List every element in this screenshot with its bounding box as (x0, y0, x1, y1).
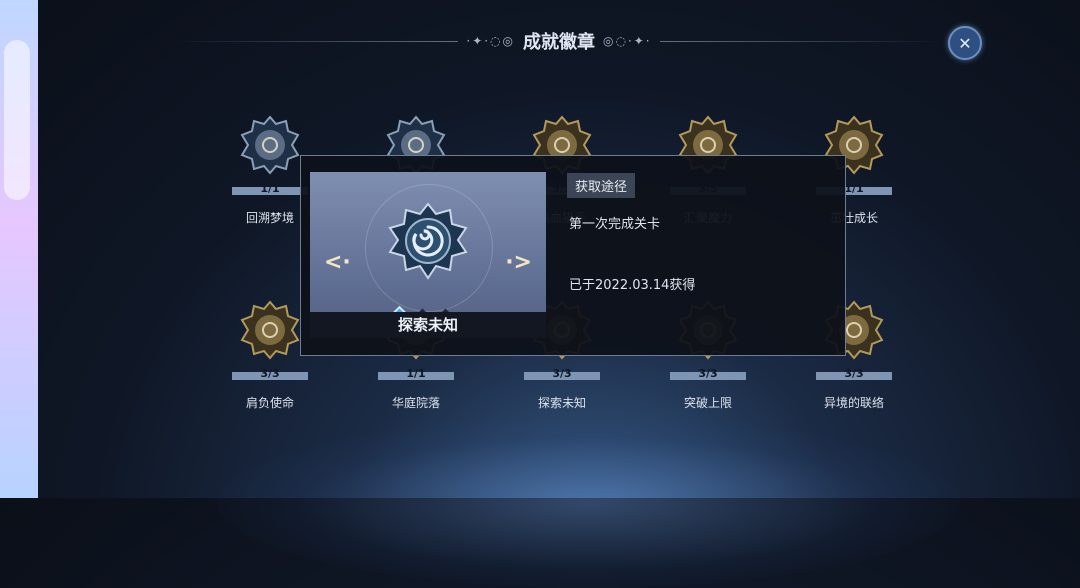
ornament-left-icon: ·✦·◌◎ (466, 34, 515, 48)
prev-arrow-button[interactable]: <· (324, 250, 351, 275)
next-arrow-button[interactable]: ·> (505, 250, 532, 275)
leaf-icon (240, 300, 300, 360)
floor-glow (218, 418, 960, 588)
badge-progress-bar: 1/1 (378, 367, 454, 380)
badge-name: 异境的联络 (823, 396, 884, 410)
close-icon: ✕ (958, 33, 972, 53)
badge-name: 突破上限 (683, 396, 732, 410)
badge-count: 3/3 (844, 367, 864, 380)
close-button[interactable]: ✕ (948, 26, 982, 60)
background-character-strip (0, 0, 38, 498)
acquisition-method: 第一次完成关卡 (569, 217, 661, 232)
obtained-date: 已于2022.03.14获得 (569, 278, 696, 293)
achievement-screen: ·✦·◌◎ 成就徽章 ◎◌·✦· ✕ 1/1回溯梦境3/3热血猎手3/3汇聚魔力… (38, 0, 1080, 588)
badge-name: 探索未知 (537, 396, 586, 410)
spiral-square-icon (240, 115, 300, 175)
title-bar: ·✦·◌◎ 成就徽章 ◎◌·✦· (173, 28, 945, 54)
badge-progress-bar: 3/3 (670, 367, 746, 380)
badge-progress-bar: 3/3 (816, 367, 892, 380)
badge-progress-bar: 3/3 (524, 367, 600, 380)
acquisition-tag: 获取途径 (567, 173, 636, 198)
badge-count: 1/1 (260, 182, 280, 195)
badge-count: 1/1 (406, 367, 426, 380)
badge-name: 肩负使命 (245, 396, 294, 410)
title-rule-left (173, 40, 459, 42)
badge-detail-popup: <· ·> 探索未知 获取途径 第一次完成关卡 已于2022.03.14获得 (300, 155, 846, 356)
page-title: 成就徽章 (523, 32, 595, 53)
badge-count: 3/3 (552, 367, 572, 380)
ornament-right-icon: ◎◌·✦· (603, 34, 652, 48)
title-rule-right (659, 40, 945, 42)
badge-progress-bar: 1/1 (232, 182, 308, 195)
spiral-emblem-icon (388, 202, 468, 282)
badge-progress-bar: 3/3 (232, 367, 308, 380)
badge-name: 华庭院落 (391, 396, 440, 410)
badge-count: 3/3 (260, 367, 280, 380)
badge-count: 3/3 (698, 367, 718, 380)
preview-badge-name: 探索未知 (310, 312, 546, 338)
